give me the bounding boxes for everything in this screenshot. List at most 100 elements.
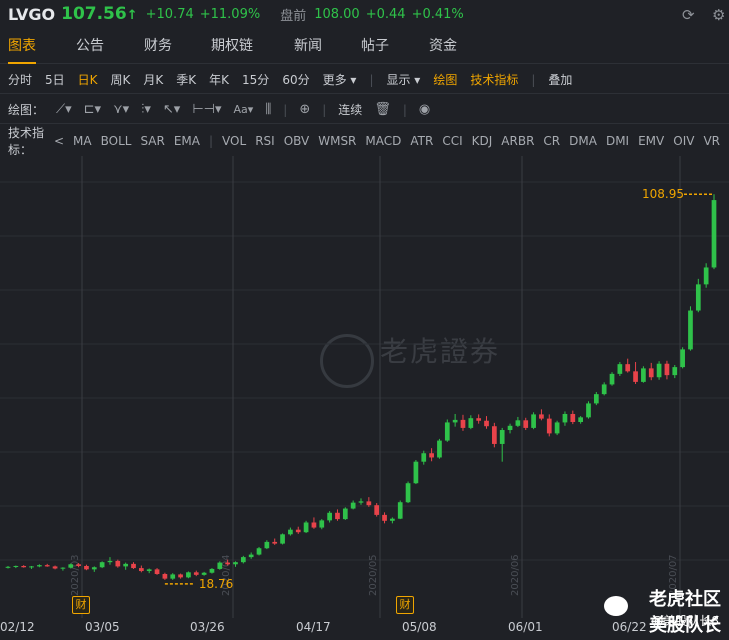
- candle-body: [633, 371, 638, 382]
- settings-icon[interactable]: ⚙: [712, 6, 725, 24]
- candle-body: [52, 566, 58, 569]
- candle-body: [656, 363, 662, 378]
- candle-body: [311, 522, 317, 528]
- candle-body: [44, 565, 50, 567]
- candle-body: [21, 565, 27, 568]
- indicator-arbr[interactable]: ARBR: [501, 134, 534, 148]
- tab-capital[interactable]: 资金: [429, 28, 457, 64]
- chevron-left-icon[interactable]: <: [54, 134, 64, 148]
- zoom-icon[interactable]: ⊕: [299, 102, 310, 117]
- candle-body: [554, 422, 560, 434]
- tab-posts[interactable]: 帖子: [361, 28, 389, 64]
- earnings-badge[interactable]: 财: [72, 596, 90, 614]
- trash-icon[interactable]: 🗑: [374, 102, 391, 117]
- indicator-vr[interactable]: VR: [703, 134, 720, 148]
- candle-body: [178, 574, 183, 578]
- more-dropdown[interactable]: 更多 ▾: [323, 71, 357, 88]
- indicator-kdj[interactable]: KDJ: [472, 134, 493, 148]
- refresh-icon[interactable]: ⟳: [682, 6, 695, 24]
- indicator-boll[interactable]: BOLL: [101, 134, 132, 148]
- price-change: +10.74: [145, 6, 194, 22]
- indicator-ma[interactable]: MA: [73, 134, 92, 148]
- candle-body: [703, 267, 709, 285]
- month-marker-label: 2020/05: [368, 554, 379, 596]
- tab-options-chain[interactable]: 期权链: [211, 28, 253, 64]
- candle-body: [91, 567, 97, 570]
- period-quarterly[interactable]: 季K: [176, 71, 196, 88]
- period-weekly[interactable]: 周K: [111, 71, 131, 88]
- fibonacci-tool-icon[interactable]: ⫼: [265, 102, 271, 117]
- indicator-dma[interactable]: DMA: [569, 134, 597, 148]
- candle-body: [680, 349, 685, 368]
- candle-body: [468, 418, 474, 428]
- overlay-button[interactable]: 叠加: [548, 71, 572, 88]
- indicator-obv[interactable]: OBV: [284, 134, 310, 148]
- indicator-sar[interactable]: SAR: [140, 134, 164, 148]
- continuous-toggle[interactable]: 连续: [338, 101, 362, 118]
- candlestick-chart[interactable]: 2020/03 2020/04 2020/05 2020/06 2020/0718.76…: [0, 156, 729, 620]
- candle-body: [444, 422, 450, 441]
- indicator-emv[interactable]: EMV: [638, 134, 664, 148]
- indicator-macd[interactable]: MACD: [365, 134, 401, 148]
- candle-body: [272, 541, 278, 544]
- indicator-wmsr[interactable]: WMSR: [318, 134, 356, 148]
- candle-body: [523, 420, 529, 428]
- indicator-cci[interactable]: CCI: [442, 134, 462, 148]
- candle-body: [641, 368, 646, 382]
- candle-body: [264, 541, 270, 549]
- candle-body: [531, 414, 536, 428]
- wave-tool-icon[interactable]: ⋎▾: [113, 102, 129, 117]
- measure-tool-icon[interactable]: ⊢⊣▾: [192, 102, 221, 117]
- rect-tool-icon[interactable]: ⊏▾: [84, 102, 101, 117]
- period-intraday[interactable]: 分时: [8, 71, 32, 88]
- arrow-tool-icon[interactable]: ↖▾: [163, 102, 180, 117]
- candle-body: [366, 501, 372, 506]
- candle-body: [593, 394, 599, 404]
- draw-button[interactable]: 绘图: [433, 71, 457, 88]
- candle-body: [546, 418, 552, 434]
- candle-body: [390, 518, 395, 521]
- candle-body: [154, 569, 160, 574]
- candle-body: [476, 418, 482, 421]
- candle-body: [342, 508, 348, 520]
- main-tabs: 图表 公告 财务 期权链 新闻 帖子 资金: [0, 28, 729, 64]
- divider: |: [531, 72, 536, 87]
- tech-indicator-button[interactable]: 技术指标: [470, 71, 518, 88]
- earnings-badge[interactable]: 财: [396, 596, 414, 614]
- period-5d[interactable]: 5日: [45, 71, 65, 88]
- tab-news[interactable]: 新闻: [294, 28, 322, 64]
- brand-overlay: 老虎社区 美股队长: [649, 585, 721, 637]
- candle-body: [539, 414, 544, 419]
- text-tool-icon[interactable]: Aa▾: [234, 103, 254, 116]
- ticker-symbol: LVGO: [8, 4, 56, 24]
- divider: |: [369, 72, 374, 87]
- candle-body: [625, 364, 631, 372]
- candle-body: [711, 200, 717, 268]
- indicator-vol[interactable]: VOL: [222, 134, 246, 148]
- bar-tool-icon[interactable]: ⫶▾: [141, 102, 151, 117]
- period-60min[interactable]: 60分: [282, 71, 309, 88]
- indicator-cr[interactable]: CR: [543, 134, 560, 148]
- period-monthly[interactable]: 月K: [143, 71, 163, 88]
- divider: |: [322, 102, 327, 117]
- tab-financials[interactable]: 财务: [144, 28, 172, 64]
- indicator-oiv[interactable]: OIV: [673, 134, 694, 148]
- eye-icon[interactable]: ◉: [419, 102, 430, 117]
- period-daily[interactable]: 日K: [78, 71, 98, 88]
- candle-body: [688, 310, 693, 350]
- line-tool-icon[interactable]: ⟋▾: [56, 102, 72, 117]
- period-yearly[interactable]: 年K: [209, 71, 229, 88]
- indicator-dmi[interactable]: DMI: [606, 134, 629, 148]
- tab-announcements[interactable]: 公告: [76, 28, 104, 64]
- x-tick-label: 03/05: [85, 620, 120, 634]
- premarket-price: 108.00: [314, 6, 360, 22]
- tab-chart[interactable]: 图表: [8, 28, 36, 64]
- candle-body: [358, 501, 364, 503]
- candle-body: [570, 413, 576, 422]
- display-dropdown[interactable]: 显示 ▾: [386, 71, 420, 88]
- indicator-rsi[interactable]: RSI: [255, 134, 275, 148]
- indicator-ema[interactable]: EMA: [174, 134, 200, 148]
- indicator-atr[interactable]: ATR: [410, 134, 433, 148]
- candle-body: [484, 420, 489, 427]
- period-15min[interactable]: 15分: [242, 71, 269, 88]
